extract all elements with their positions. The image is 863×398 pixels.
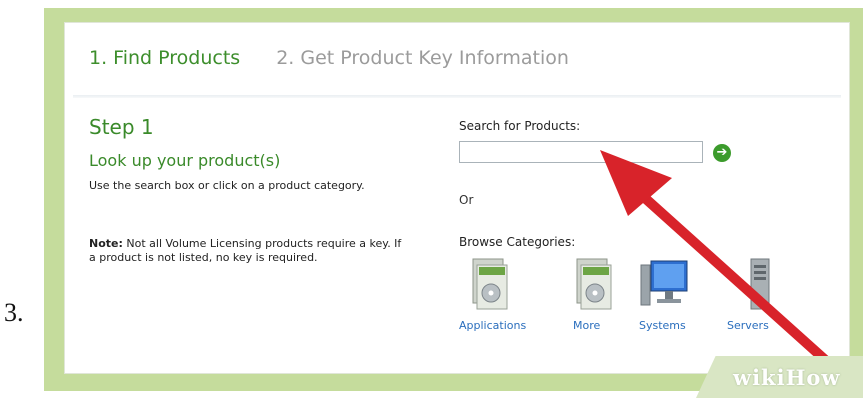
note-label: Note: [89,237,123,250]
systems-monitor-icon [640,260,688,306]
tab-get-product-key[interactable]: 2. Get Product Key Information [276,47,569,69]
or-text: Or [459,193,474,207]
lookup-heading: Look up your product(s) [89,151,281,170]
category-label[interactable]: Applications [459,319,526,332]
step-title: Step 1 [89,115,154,139]
tabs-divider [73,95,841,98]
search-input[interactable] [459,141,703,163]
category-label[interactable]: Servers [727,319,769,332]
more-box-icon [576,258,612,310]
note-body: Not all Volume Licensing products requir… [89,237,402,264]
category-label[interactable]: Systems [639,319,686,332]
product-key-panel: 1. Find Products 2. Get Product Key Infor… [64,22,850,374]
step-number: 3. [4,298,24,327]
applications-box-icon [472,258,508,310]
search-label: Search for Products: [459,119,581,133]
servers-tower-icon [750,258,770,310]
category-label[interactable]: More [573,319,600,332]
wizard-tabs: 1. Find Products 2. Get Product Key Infor… [89,47,569,69]
note-text: Note: Not all Volume Licensing products … [89,237,409,265]
wikihow-watermark: wikiHow [733,365,841,390]
tab-find-products[interactable]: 1. Find Products [89,47,240,69]
step-description: Use the search box or click on a product… [89,179,365,192]
arrow-right-circle-icon[interactable]: ➔ [713,144,731,162]
browse-label: Browse Categories: [459,235,576,249]
